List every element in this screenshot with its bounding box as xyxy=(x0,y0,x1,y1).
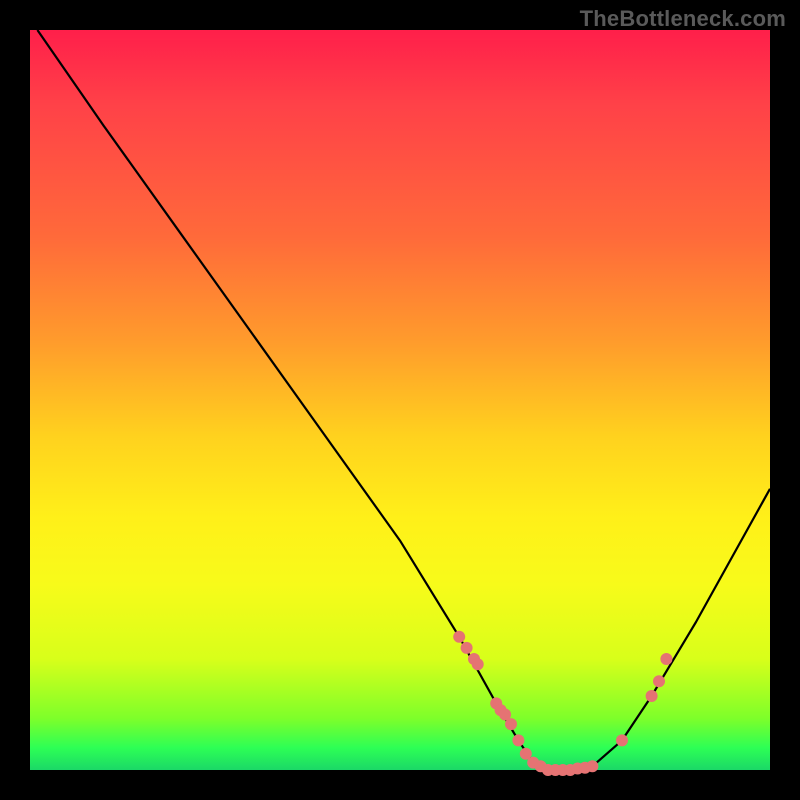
marker-dot xyxy=(453,631,465,643)
figure-root: TheBottleneck.com xyxy=(0,0,800,800)
marker-dot xyxy=(616,734,628,746)
plot-area xyxy=(30,30,770,770)
marker-dot xyxy=(461,642,473,654)
marker-dot xyxy=(586,760,598,772)
bottleneck-curve xyxy=(37,30,770,770)
marker-dot xyxy=(646,690,658,702)
marker-dot xyxy=(512,734,524,746)
marker-dot xyxy=(653,675,665,687)
marker-dot xyxy=(660,653,672,665)
watermark-label: TheBottleneck.com xyxy=(580,6,786,32)
marker-points xyxy=(453,631,672,776)
marker-dot xyxy=(472,658,484,670)
marker-dot xyxy=(505,718,517,730)
chart-svg xyxy=(30,30,770,770)
